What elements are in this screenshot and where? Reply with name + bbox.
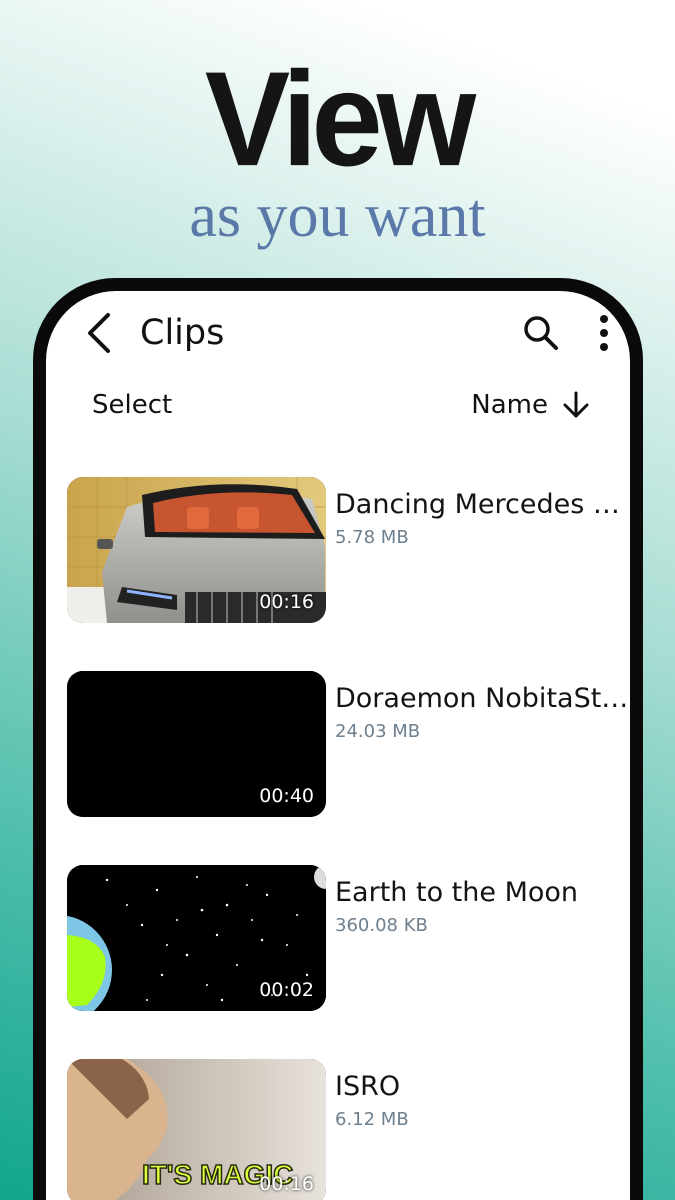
list-item[interactable]: IT'S MAGIC 00:16 ISRO 6.12 MB bbox=[67, 1059, 630, 1200]
app-bar: Clips bbox=[46, 291, 630, 381]
video-name: Doraemon NobitaSte... bbox=[335, 683, 630, 714]
phone-frame: Clips Select Name 00:16 Dancing Mercedes… bbox=[33, 278, 643, 1200]
more-options-button[interactable] bbox=[594, 313, 614, 353]
select-button[interactable]: Select bbox=[92, 387, 172, 423]
video-thumbnail[interactable]: IT'S MAGIC 00:16 bbox=[67, 1059, 326, 1200]
video-duration: 00:16 bbox=[259, 1173, 314, 1195]
video-name: ISRO bbox=[335, 1071, 401, 1102]
search-button[interactable] bbox=[521, 313, 561, 353]
video-meta: Earth to the Moon 360.08 KB bbox=[335, 875, 630, 939]
sort-label: Name bbox=[471, 390, 548, 420]
video-duration: 00:16 bbox=[259, 591, 314, 613]
list-item[interactable]: 00:16 Dancing Mercedes G... 5.78 MB bbox=[67, 477, 630, 623]
more-vertical-icon bbox=[600, 315, 608, 351]
video-size: 5.78 MB bbox=[335, 527, 409, 548]
video-meta: Dancing Mercedes G... 5.78 MB bbox=[335, 487, 630, 551]
video-size: 6.12 MB bbox=[335, 1109, 409, 1130]
video-duration: 00:02 bbox=[259, 979, 314, 1001]
promo-headline: View bbox=[204, 44, 476, 195]
video-list: 00:16 Dancing Mercedes G... 5.78 MB 00:4… bbox=[67, 477, 630, 1200]
video-name: Dancing Mercedes G... bbox=[335, 489, 630, 520]
list-item[interactable]: 00:40 Doraemon NobitaSte... 24.03 MB bbox=[67, 671, 630, 817]
list-toolbar: Select Name bbox=[46, 387, 630, 427]
video-duration: 00:40 bbox=[259, 785, 314, 807]
promo-subheadline: as you want bbox=[189, 182, 486, 250]
list-item[interactable]: 00:02 Earth to the Moon 360.08 KB bbox=[67, 865, 630, 1011]
video-thumbnail[interactable]: 00:02 bbox=[67, 865, 326, 1011]
app-screen: Clips Select Name 00:16 Dancing Mercedes… bbox=[46, 291, 630, 1200]
chevron-left-icon bbox=[88, 313, 110, 353]
video-meta: Doraemon NobitaSte... 24.03 MB bbox=[335, 681, 630, 745]
search-icon bbox=[524, 316, 558, 350]
video-size: 24.03 MB bbox=[335, 721, 421, 742]
sort-button[interactable]: Name bbox=[471, 387, 590, 423]
video-meta: ISRO 6.12 MB bbox=[335, 1069, 630, 1133]
video-size: 360.08 KB bbox=[335, 915, 428, 936]
page-title: Clips bbox=[140, 313, 225, 353]
video-thumbnail[interactable]: 00:40 bbox=[67, 671, 326, 817]
video-name: Earth to the Moon bbox=[335, 877, 579, 908]
back-button[interactable] bbox=[82, 311, 118, 355]
video-thumbnail[interactable]: 00:16 bbox=[67, 477, 326, 623]
arrow-down-icon bbox=[563, 391, 589, 418]
